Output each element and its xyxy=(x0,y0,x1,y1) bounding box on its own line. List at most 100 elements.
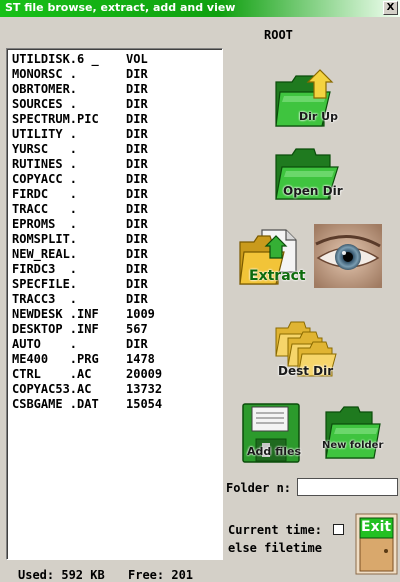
file-size: DIR xyxy=(126,262,148,276)
open-dir-button[interactable]: Open Dir xyxy=(274,147,343,202)
file-name: DESKTOP .INF xyxy=(12,322,99,336)
close-button[interactable]: X xyxy=(383,1,398,15)
eye-icon xyxy=(314,224,382,288)
dest-dir-label: Dest Dir xyxy=(278,364,334,378)
file-name: SPECTRUM.PIC xyxy=(12,112,99,126)
file-name: EPROMS . xyxy=(12,217,78,231)
file-size: DIR xyxy=(126,292,148,306)
file-size: DIR xyxy=(126,127,148,141)
file-name: RUTINES . xyxy=(12,157,78,171)
file-name: NEW_REAL. xyxy=(12,247,78,261)
file-size: DIR xyxy=(126,142,148,156)
file-size: VOL xyxy=(126,52,148,66)
file-name: MONORSC . xyxy=(12,67,78,81)
file-list-item[interactable]: ME400 .PRG 1478 xyxy=(12,352,217,367)
file-name: TRACC . xyxy=(12,202,78,216)
file-size: DIR xyxy=(126,172,148,186)
file-size: 20009 xyxy=(126,367,163,381)
else-filetime-label: else filetime xyxy=(228,541,322,555)
file-size: DIR xyxy=(126,217,148,231)
file-list-item[interactable]: UTILITY . DIR xyxy=(12,127,217,142)
open-dir-label: Open Dir xyxy=(283,184,343,198)
file-list-item[interactable]: AUTO . DIR xyxy=(12,337,217,352)
file-name: ROMSPLIT. xyxy=(12,232,78,246)
file-size: DIR xyxy=(126,67,148,81)
title-bar[interactable]: ST file browse, extract, add and view X xyxy=(0,0,400,17)
file-list-item[interactable]: NEW_REAL. DIR xyxy=(12,247,217,262)
file-list-item[interactable]: SPECTRUM.PIC DIR xyxy=(12,112,217,127)
exit-label: Exit xyxy=(361,519,392,535)
file-list-item[interactable]: EPROMS . DIR xyxy=(12,217,217,232)
file-size: DIR xyxy=(126,187,148,201)
current-time-checkbox[interactable] xyxy=(333,524,344,535)
file-name: ME400 .PRG xyxy=(12,352,99,366)
new-folder-button[interactable]: New folder xyxy=(322,406,384,462)
file-list-item[interactable]: CTRL .AC 20009 xyxy=(12,367,217,382)
file-name: UTILDISK.6 _ xyxy=(12,52,99,66)
file-list-item[interactable]: TRACC3 . DIR xyxy=(12,292,217,307)
file-list-item[interactable]: FIRDC3 . DIR xyxy=(12,262,217,277)
file-name: COPYACC . xyxy=(12,172,78,186)
file-list-item[interactable]: SOURCES . DIR xyxy=(12,97,217,112)
file-name: YURSC . xyxy=(12,142,78,156)
file-list-item[interactable]: NEWDESK .INF 1009 xyxy=(12,307,217,322)
file-list-item[interactable]: YURSC . DIR xyxy=(12,142,217,157)
exit-button[interactable]: Exit xyxy=(355,513,398,575)
file-list-item[interactable]: CSBGAME .DAT 15054 xyxy=(12,397,217,412)
disk-free: Free: 201 xyxy=(128,568,194,582)
file-list-item[interactable]: TRACC . DIR xyxy=(12,202,217,217)
extract-label: Extract xyxy=(249,268,306,284)
new-folder-icon xyxy=(325,406,381,459)
file-list-item[interactable]: OBRTOMER. DIR xyxy=(12,82,217,97)
current-path: ROOT xyxy=(264,28,293,42)
file-size: 1009 xyxy=(126,307,155,321)
file-name: COPYAC53.AC xyxy=(12,382,92,396)
extract-button[interactable]: Extract xyxy=(236,224,306,290)
file-name: FIRDC3 . xyxy=(12,262,78,276)
dir-up-label: Dir Up xyxy=(299,110,338,123)
new-folder-label: New folder xyxy=(322,440,384,451)
add-files-label: Add files xyxy=(247,445,302,458)
file-list-item[interactable]: FIRDC . DIR xyxy=(12,187,217,202)
view-button[interactable] xyxy=(314,224,382,288)
file-name: SOURCES . xyxy=(12,97,78,111)
file-list-item[interactable]: UTILDISK.6 _ VOL xyxy=(12,52,217,67)
file-size: 1478 xyxy=(126,352,155,366)
file-name: OBRTOMER. xyxy=(12,82,78,96)
file-list[interactable]: UTILDISK.6 _ VOL MONORSC . DIR OBRTOMER. DIR S… xyxy=(6,48,223,560)
file-name: CSBGAME .DAT xyxy=(12,397,99,411)
file-size: DIR xyxy=(126,112,148,126)
folder-name-input[interactable] xyxy=(297,478,398,496)
file-name: FIRDC . xyxy=(12,187,78,201)
current-time-label: Current time: xyxy=(228,523,322,537)
file-size: DIR xyxy=(126,247,148,261)
file-name: NEWDESK .INF xyxy=(12,307,99,321)
add-files-button[interactable]: Add files xyxy=(242,403,302,463)
file-list-item[interactable]: RUTINES . DIR xyxy=(12,157,217,172)
file-name: CTRL .AC xyxy=(12,367,92,381)
file-size: DIR xyxy=(126,82,148,96)
dest-dir-button[interactable]: Dest Dir xyxy=(274,318,338,380)
file-size: DIR xyxy=(126,97,148,111)
file-list-item[interactable]: COPYAC53.AC 13732 xyxy=(12,382,217,397)
disk-used: Used: 592 KB xyxy=(18,568,105,582)
file-name: SPECFILE. xyxy=(12,277,78,291)
file-list-item[interactable]: ROMSPLIT. DIR xyxy=(12,232,217,247)
file-list-item[interactable]: SPECFILE. DIR xyxy=(12,277,217,292)
file-list-item[interactable]: DESKTOP .INF 567 xyxy=(12,322,217,337)
window-title: ST file browse, extract, add and view xyxy=(5,1,236,14)
dir-up-button[interactable]: Dir Up xyxy=(274,68,342,130)
file-size: 13732 xyxy=(126,382,163,396)
file-name: AUTO . xyxy=(12,337,78,351)
file-name: TRACC3 . xyxy=(12,292,78,306)
file-list-item[interactable]: MONORSC . DIR xyxy=(12,67,217,82)
file-size: 567 xyxy=(126,322,148,336)
file-size: DIR xyxy=(126,337,148,351)
file-size: 15054 xyxy=(126,397,163,411)
file-size: DIR xyxy=(126,157,148,171)
file-name: UTILITY . xyxy=(12,127,78,141)
file-size: DIR xyxy=(126,277,148,291)
file-size: DIR xyxy=(126,232,148,246)
folder-name-label: Folder n: xyxy=(226,481,292,495)
file-list-item[interactable]: COPYACC . DIR xyxy=(12,172,217,187)
